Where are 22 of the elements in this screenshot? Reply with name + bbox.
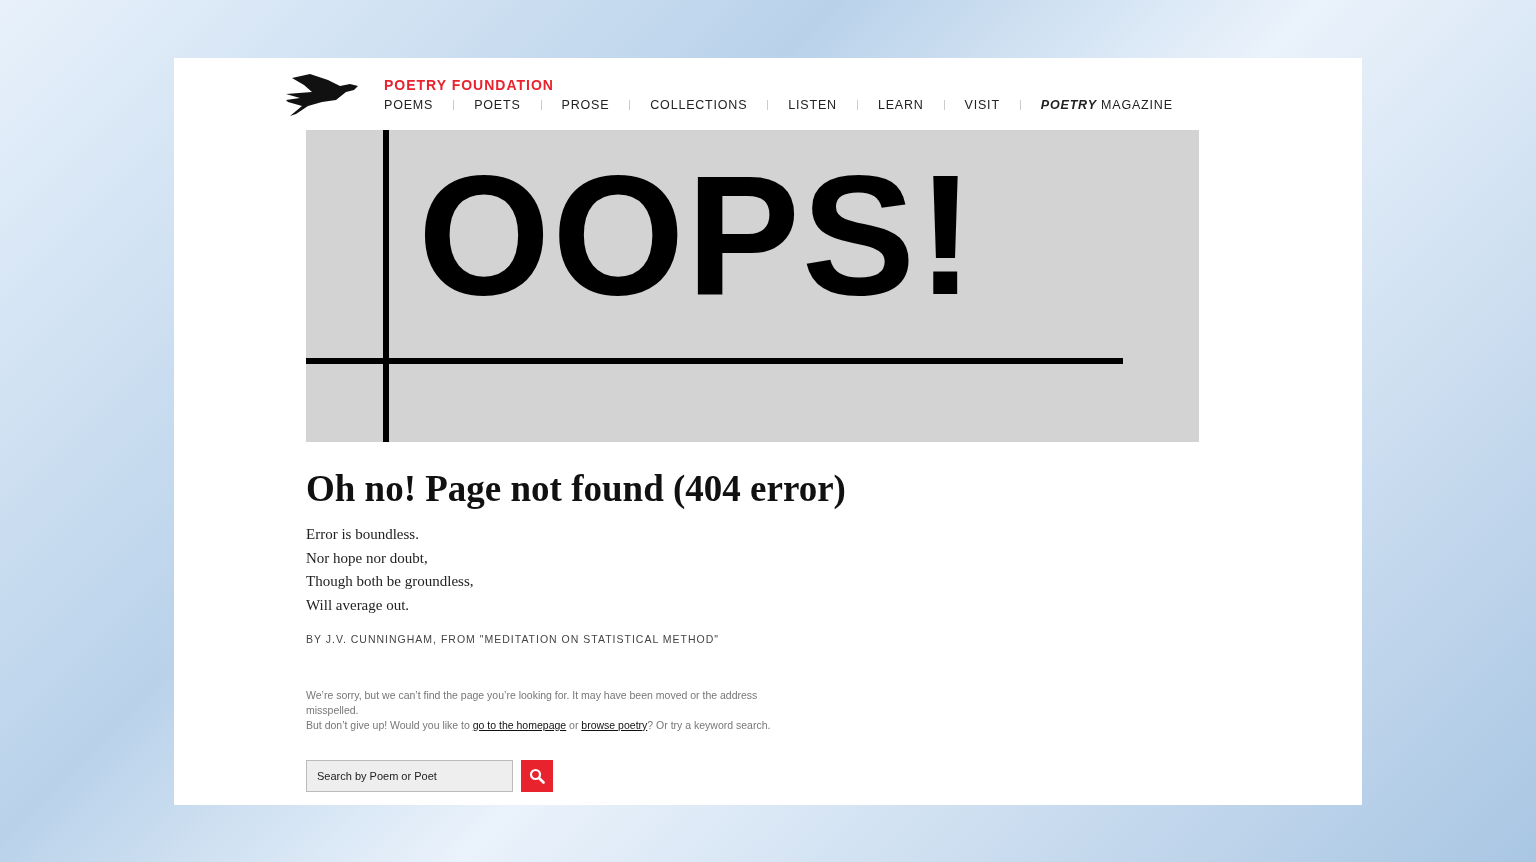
search-button[interactable] (521, 759, 553, 792)
nav-link[interactable]: POETS (474, 96, 521, 115)
poem-line: Will average out. (306, 595, 410, 615)
nav-link[interactable]: PROSE (561, 96, 610, 115)
page-heading: Oh no! Page not found (404 error) (306, 467, 846, 511)
poem-line: Though both be groundless, (306, 572, 474, 591)
oops-text: OOPS! (418, 150, 976, 320)
poem-line: Nor hope nor doubt, (306, 548, 428, 568)
text-link[interactable]: go to the homepage (472, 718, 567, 731)
text-link[interactable]: browse poetry (581, 718, 648, 731)
poem-line: Error is boundless. (306, 525, 419, 544)
nav-link[interactable]: POEMS (384, 96, 434, 115)
nav-link[interactable]: LEARN (877, 96, 924, 115)
nav-link[interactable]: POETRY MAGAZINE (1040, 96, 1173, 115)
nav-link[interactable]: LISTEN (788, 96, 837, 115)
search-field[interactable]: Search by Poem or Poet (306, 759, 513, 792)
nav-link[interactable]: VISIT (964, 96, 1000, 115)
search-icon (529, 767, 545, 784)
site-name: POETRY FOUNDATION (384, 76, 555, 94)
nav-link[interactable]: COLLECTIONS (650, 96, 748, 115)
not-found-message: We’re sorry, but we can’t find the page you’re looking for. It may have been moved or the address misspelled. But don’t give up! Would you like to go to the homepage or browse poetry? Or try a keyword search. (306, 687, 772, 733)
poem-byline: BY J.V. CUNNINGHAM, FROM "MEDITATION ON STATISTICAL METHOD" (306, 632, 719, 647)
